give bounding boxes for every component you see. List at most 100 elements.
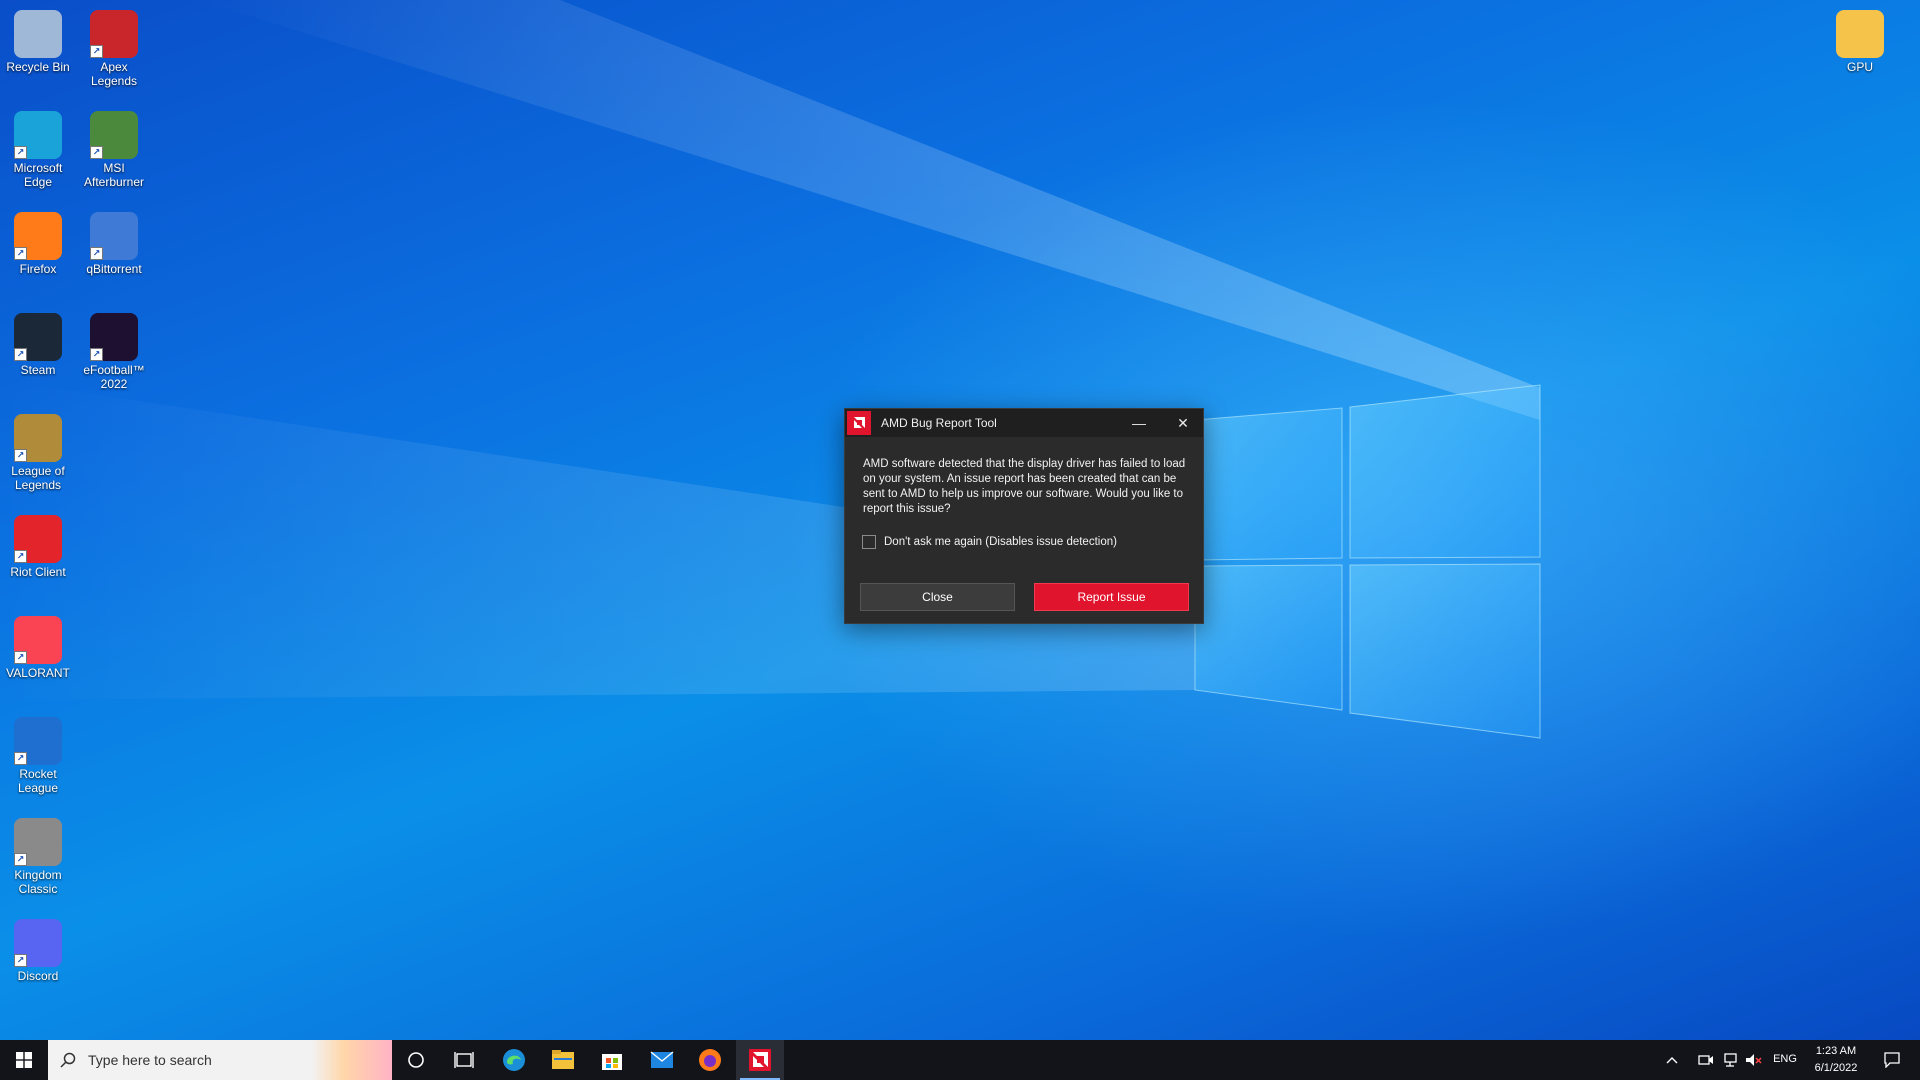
desktop-icon-label: GPU xyxy=(1846,60,1873,74)
shortcut-arrow-icon: ↗ xyxy=(90,45,103,58)
desktop-icon-edge[interactable]: ↗ Microsoft Edge xyxy=(0,105,76,189)
desktop-icon-qbittorrent[interactable]: ↗ qBittorrent xyxy=(76,206,152,276)
windows-start-icon xyxy=(16,1052,32,1068)
shortcut-arrow-icon: ↗ xyxy=(14,550,27,563)
camera-icon xyxy=(1698,1055,1713,1065)
taskbar-firefox[interactable] xyxy=(686,1040,734,1080)
desktop-icon-label: Steam xyxy=(20,363,56,377)
dont-ask-again-label[interactable]: Don't ask me again (Disables issue detec… xyxy=(884,536,1117,548)
file-explorer-icon xyxy=(552,1050,574,1069)
cortana-button[interactable] xyxy=(392,1040,440,1080)
amd-logo-icon xyxy=(847,411,871,435)
firefox-icon xyxy=(699,1049,721,1071)
close-button[interactable]: Close xyxy=(860,583,1015,611)
task-view-button[interactable] xyxy=(440,1040,488,1080)
desktop-icon-valorant[interactable]: ↗ VALORANT xyxy=(0,610,76,680)
desktop-icon-label: MSI Afterburner xyxy=(83,161,145,189)
desktop-icon-label: Microsoft Edge xyxy=(13,161,63,189)
desktop-icon-label: Riot Client xyxy=(10,565,66,579)
desktop-icon-riot-client[interactable]: ↗ Riot Client xyxy=(0,509,76,579)
tray-volume[interactable] xyxy=(1742,1040,1766,1080)
shortcut-arrow-icon: ↗ xyxy=(14,146,27,159)
folder-icon xyxy=(1836,10,1884,58)
shortcut-arrow-icon: ↗ xyxy=(90,348,103,361)
desktop-icon-apex-legends[interactable]: ↗ Apex Legends xyxy=(76,4,152,88)
dialog-title: AMD Bug Report Tool xyxy=(881,416,997,430)
amd-icon xyxy=(749,1049,771,1071)
taskbar: Type here to search ENG 1:23 AM 6/1/2022 xyxy=(0,1040,1920,1080)
desktop-icon-folder[interactable]: GPU xyxy=(1822,4,1898,74)
desktop-icon-label: eFootball™ 2022 xyxy=(83,363,145,391)
cortana-icon xyxy=(408,1052,424,1068)
desktop-icon-efootball[interactable]: ↗ eFootball™ 2022 xyxy=(76,307,152,391)
desktop-icon-label: League of Legends xyxy=(11,464,65,492)
shortcut-arrow-icon: ↗ xyxy=(90,247,103,260)
clock-time[interactable]: 1:23 AM xyxy=(1804,1045,1868,1057)
microsoft-store-icon xyxy=(602,1054,622,1070)
shortcut-arrow-icon: ↗ xyxy=(90,146,103,159)
desktop-icon-firefox[interactable]: ↗ Firefox xyxy=(0,206,76,276)
shortcut-arrow-icon: ↗ xyxy=(14,449,27,462)
dont-ask-again-row[interactable]: Don't ask me again (Disables issue detec… xyxy=(862,535,1117,549)
taskbar-mail[interactable] xyxy=(638,1040,686,1080)
desktop-icon-league-of-legends[interactable]: ↗ League of Legends xyxy=(0,408,76,492)
start-button[interactable] xyxy=(0,1040,48,1080)
report-issue-button[interactable]: Report Issue xyxy=(1034,583,1189,611)
taskbar-amd-active[interactable] xyxy=(736,1040,784,1080)
shortcut-arrow-icon: ↗ xyxy=(14,651,27,664)
desktop-icon-label: VALORANT xyxy=(6,666,70,680)
shortcut-arrow-icon: ↗ xyxy=(14,853,27,866)
action-center-button[interactable] xyxy=(1872,1040,1912,1080)
language-indicator[interactable]: ENG xyxy=(1770,1053,1800,1065)
clock-date[interactable]: 6/1/2022 xyxy=(1804,1062,1868,1074)
dialog-titlebar[interactable]: AMD Bug Report Tool — ✕ xyxy=(845,409,1203,437)
firefox-icon: ↗ xyxy=(14,212,62,260)
discord-icon: ↗ xyxy=(14,919,62,967)
valorant-icon: ↗ xyxy=(14,616,62,664)
desktop-icon-discord[interactable]: ↗ Discord xyxy=(0,913,76,983)
taskbar-file-explorer[interactable] xyxy=(539,1040,587,1080)
desktop-icon-kingdom-classic[interactable]: ↗ Kingdom Classic xyxy=(0,812,76,896)
window-close-button[interactable]: ✕ xyxy=(1161,409,1205,437)
minimize-button[interactable]: — xyxy=(1117,409,1161,437)
efootball-icon: ↗ xyxy=(90,313,138,361)
amd-bug-report-dialog: AMD Bug Report Tool — ✕ AMD software det… xyxy=(844,408,1204,624)
recycle-bin-icon xyxy=(14,10,62,58)
msi-afterburner-icon: ↗ xyxy=(90,111,138,159)
desktop-icon-label: Discord xyxy=(17,969,59,983)
search-highlight-illustration xyxy=(312,1040,392,1080)
league-of-legends-icon: ↗ xyxy=(14,414,62,462)
desktop-icon-label: Kingdom Classic xyxy=(14,868,62,896)
taskbar-microsoft-store[interactable] xyxy=(588,1040,636,1080)
desktop-icon-rocket-league[interactable]: ↗ Rocket League xyxy=(0,711,76,795)
taskbar-edge[interactable] xyxy=(490,1040,538,1080)
qbittorrent-icon: ↗ xyxy=(90,212,138,260)
rocket-league-icon: ↗ xyxy=(14,717,62,765)
desktop-icon-steam[interactable]: ↗ Steam xyxy=(0,307,76,377)
shortcut-arrow-icon: ↗ xyxy=(14,247,27,260)
edge-icon xyxy=(503,1049,525,1071)
task-view-icon xyxy=(454,1052,474,1068)
edge-icon: ↗ xyxy=(14,111,62,159)
show-hidden-icons-button[interactable] xyxy=(1660,1040,1684,1080)
volume-muted-icon xyxy=(1746,1054,1762,1066)
minimize-icon: — xyxy=(1132,415,1146,431)
search-placeholder: Type here to search xyxy=(88,1052,212,1068)
apex-legends-icon: ↗ xyxy=(90,10,138,58)
search-icon xyxy=(60,1052,76,1068)
desktop-icon-recycle-bin[interactable]: Recycle Bin xyxy=(0,4,76,74)
dont-ask-again-checkbox[interactable] xyxy=(862,535,876,549)
desktop-icon-label: Recycle Bin xyxy=(6,60,70,74)
network-icon xyxy=(1724,1053,1737,1067)
taskbar-search-box[interactable]: Type here to search xyxy=(48,1040,392,1080)
desktop-icon-label: qBittorrent xyxy=(86,262,142,276)
kingdom-classic-icon: ↗ xyxy=(14,818,62,866)
notifications-icon xyxy=(1884,1052,1900,1068)
desktop-icon-msi-afterburner[interactable]: ↗ MSI Afterburner xyxy=(76,105,152,189)
shortcut-arrow-icon: ↗ xyxy=(14,348,27,361)
desktop-icon-label: Rocket League xyxy=(17,767,59,795)
mail-icon xyxy=(650,1051,674,1068)
tray-network[interactable] xyxy=(1718,1040,1742,1080)
dialog-message: AMD software detected that the display d… xyxy=(863,458,1186,515)
tray-meet-now[interactable] xyxy=(1694,1040,1718,1080)
